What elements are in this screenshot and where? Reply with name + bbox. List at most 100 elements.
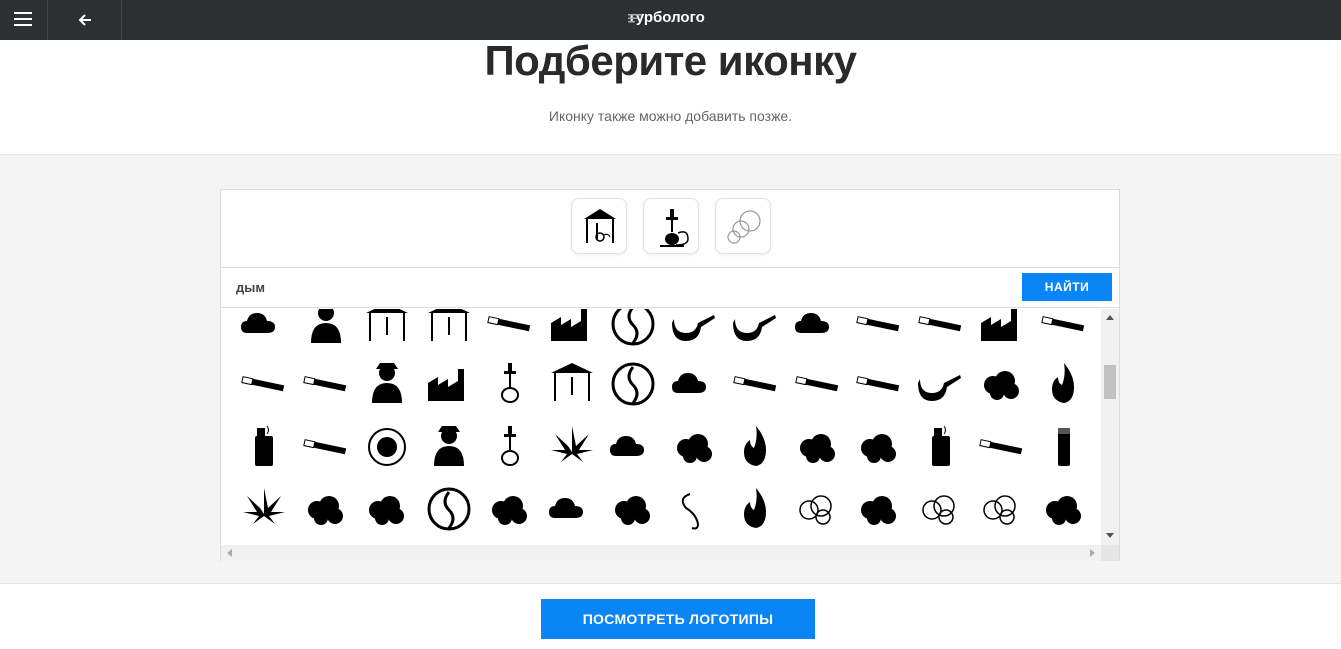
icon-option[interactable] (916, 484, 966, 534)
icon-option[interactable] (547, 422, 597, 472)
pipe-thin-icon (918, 375, 961, 401)
smoke-torch-icon (744, 488, 766, 528)
icon-option[interactable] (485, 359, 535, 409)
icon-option[interactable] (608, 359, 658, 409)
smoke-alarm-icon (611, 309, 655, 346)
icon-option[interactable] (977, 359, 1027, 409)
selected-icon-1[interactable] (571, 198, 627, 254)
cigar-smoke-icon (795, 376, 839, 392)
icon-option[interactable] (362, 422, 412, 472)
bong-icon (501, 426, 519, 466)
ashtray-icon (368, 428, 406, 466)
smoke-detector-icon (611, 362, 655, 406)
cigarette-icon (487, 316, 531, 332)
icon-option[interactable] (547, 359, 597, 409)
icon-option[interactable] (793, 484, 843, 534)
icon-option[interactable] (301, 422, 351, 472)
icon-option[interactable] (547, 484, 597, 534)
icon-option[interactable] (485, 484, 535, 534)
search-input[interactable] (221, 268, 1016, 307)
vertical-scrollbar[interactable] (1101, 309, 1119, 545)
selected-icon-3[interactable] (715, 198, 771, 254)
icon-option[interactable] (977, 484, 1027, 534)
find-button[interactable]: НАЙТИ (1022, 273, 1112, 301)
scroll-up-icon[interactable] (1106, 315, 1114, 320)
smoke-cluster-icon (861, 496, 896, 525)
lighter-icon (1058, 428, 1070, 466)
icon-option[interactable] (362, 359, 412, 409)
scroll-right-icon[interactable] (1090, 549, 1095, 557)
icon-option[interactable] (485, 422, 535, 472)
icon-option[interactable] (916, 422, 966, 472)
smoke-cloud-icon (727, 210, 761, 244)
icon-option[interactable] (239, 309, 289, 349)
icon-option[interactable] (1039, 484, 1089, 534)
icon-option[interactable] (362, 484, 412, 534)
back-button[interactable] (48, 0, 122, 40)
icon-option[interactable] (670, 309, 720, 349)
hookah-bar-outline-icon (428, 309, 470, 341)
smoke-big-icon (308, 496, 343, 525)
icon-option[interactable] (731, 309, 781, 349)
icon-option[interactable] (731, 422, 781, 472)
smoke-circle-icon (427, 487, 471, 531)
icon-option[interactable] (793, 309, 843, 349)
cigar-band-icon (303, 376, 347, 392)
icon-option[interactable] (485, 309, 535, 349)
cigarette-small-icon (979, 439, 1023, 455)
icon-option[interactable] (239, 359, 289, 409)
view-logos-button[interactable]: ПОСМОТРЕТЬ ЛОГОТИПЫ (541, 599, 815, 639)
gazebo-hookah-icon (584, 209, 616, 243)
icon-option[interactable] (854, 359, 904, 409)
icon-option[interactable] (424, 422, 474, 472)
smoke-swirl-icon (681, 493, 700, 530)
icon-option[interactable] (608, 422, 658, 472)
icon-option[interactable] (362, 309, 412, 349)
icon-option[interactable] (239, 422, 289, 472)
icon-option[interactable] (1039, 359, 1089, 409)
icon-option[interactable] (793, 422, 843, 472)
icon-option[interactable] (608, 309, 658, 349)
icon-option[interactable] (1039, 422, 1089, 472)
icon-option[interactable] (1039, 309, 1089, 349)
icon-option[interactable] (239, 484, 289, 534)
icon-option[interactable] (670, 484, 720, 534)
page-subtitle: Иконку также можно добавить позже. (548, 108, 793, 124)
icon-option[interactable] (854, 309, 904, 349)
cloud-small-icon (549, 498, 583, 518)
icon-option[interactable] (608, 484, 658, 534)
icon-option[interactable] (793, 359, 843, 409)
horizontal-scrollbar[interactable] (221, 545, 1101, 561)
lighter-tool-icon (1041, 316, 1085, 332)
icon-option[interactable] (854, 484, 904, 534)
hookah-icon (660, 209, 689, 247)
scroll-left-icon[interactable] (227, 549, 232, 557)
magic-lamp-icon (672, 373, 706, 393)
icon-option[interactable] (731, 359, 781, 409)
grill-icon (795, 313, 829, 333)
selected-icon-2[interactable] (643, 198, 699, 254)
icon-option[interactable] (977, 309, 1027, 349)
hero-section: Подберите иконку Иконку также можно доба… (0, 40, 1341, 155)
icon-option[interactable] (670, 359, 720, 409)
gazebo-hookah-icon (551, 363, 593, 401)
icon-option[interactable] (977, 422, 1027, 472)
icon-option[interactable] (854, 422, 904, 472)
icon-option[interactable] (301, 484, 351, 534)
icon-option[interactable] (916, 309, 966, 349)
icon-option[interactable] (424, 309, 474, 349)
hookah-bar-icon (366, 309, 408, 341)
scroll-down-icon[interactable] (1106, 533, 1114, 538)
brand-logo[interactable]: турболого (628, 8, 705, 28)
menu-button[interactable] (0, 0, 48, 40)
icon-option[interactable] (670, 422, 720, 472)
icon-option[interactable] (424, 484, 474, 534)
icon-option[interactable] (547, 309, 597, 349)
cigarette-pack-icon (918, 316, 962, 332)
icon-option[interactable] (424, 359, 474, 409)
icon-option[interactable] (301, 309, 351, 349)
scrollbar-thumb[interactable] (1104, 365, 1116, 399)
icon-option[interactable] (301, 359, 351, 409)
icon-option[interactable] (916, 359, 966, 409)
icon-option[interactable] (731, 484, 781, 534)
